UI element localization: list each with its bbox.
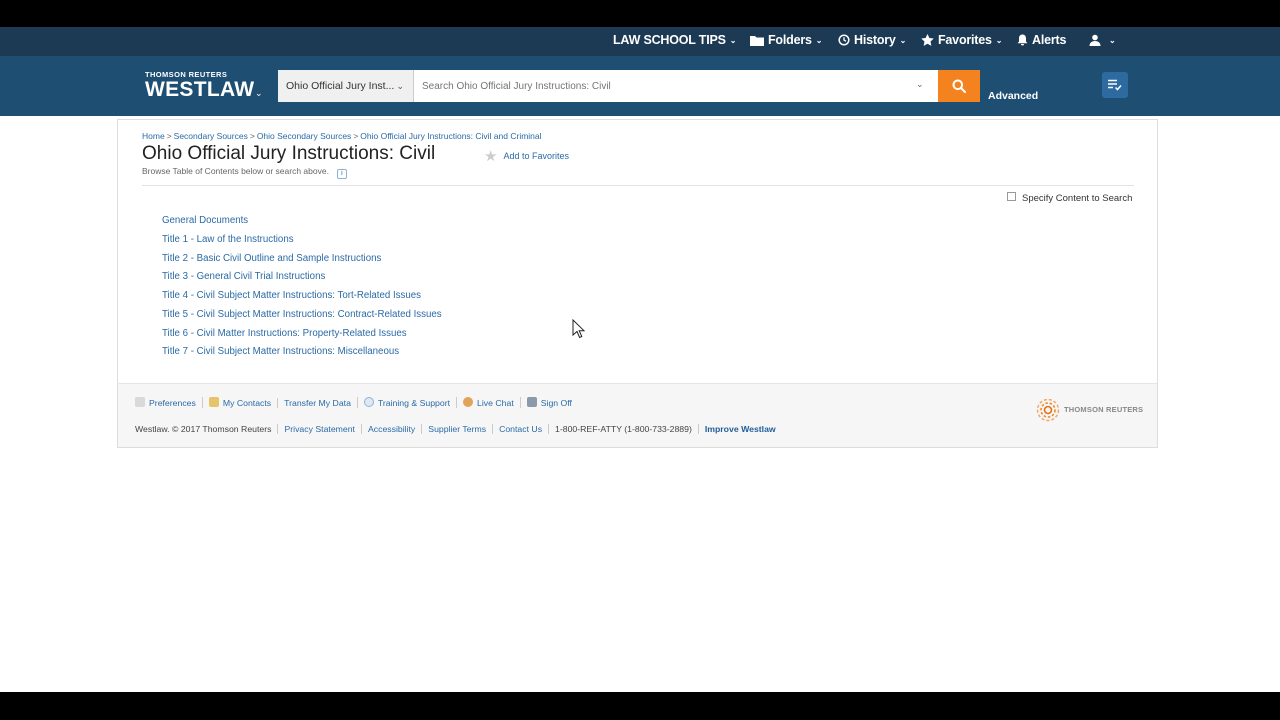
list-check-icon (1108, 79, 1122, 91)
add-to-favorites-label: Add to Favorites (503, 151, 569, 161)
brand-name: WESTLAW (145, 78, 255, 101)
star-outline-icon: ★ (484, 148, 498, 165)
thomson-reuters-logo-icon (1036, 398, 1060, 422)
browser-viewport: LAW SCHOOL TIPS ⌄ Folders ⌄ History ⌄ Favor… (0, 27, 1280, 692)
browse-instructions: Browse Table of Contents below or search… (142, 166, 347, 179)
breadcrumb: Home > Secondary Sources > Ohio Secondary So… (142, 131, 542, 141)
divider (142, 185, 1134, 186)
specify-content-label: Specify Content to Search (1022, 193, 1133, 204)
favorites-menu[interactable]: Favorites ⌄ (921, 27, 1002, 56)
chevron-down-icon: ⌄ (995, 36, 1003, 45)
toc-item[interactable]: Title 2 - Basic Civil Outline and Sample… (162, 252, 442, 271)
privacy-statement-link[interactable]: Privacy Statement (277, 424, 361, 434)
chevron-down-icon: ⌄ (1109, 36, 1116, 45)
my-contacts-link[interactable]: My Contacts (201, 397, 277, 408)
toc-item[interactable]: Title 3 - General Civil Trial Instructio… (162, 270, 442, 289)
thomson-reuters-logo: THOMSON REUTERS (1035, 398, 1143, 422)
contact-us-link[interactable]: Contact Us (492, 424, 548, 434)
footer: Preferences My Contacts Transfer My Data Tr… (117, 383, 1158, 448)
toc-item[interactable]: General Documents (162, 214, 442, 233)
advanced-search-link[interactable]: Advanced (988, 90, 1038, 102)
preferences-icon (135, 397, 145, 407)
breadcrumb-home[interactable]: Home (142, 131, 165, 141)
search-input[interactable] (414, 70, 938, 102)
search-button[interactable] (938, 70, 980, 102)
law-school-tips-label: LAW SCHOOL TIPS (613, 33, 726, 47)
add-to-favorites-button[interactable]: ★ Add to Favorites (484, 147, 569, 165)
search-history-chevron-icon[interactable]: ⌄ (916, 79, 924, 90)
history-menu[interactable]: History ⌄ (838, 27, 906, 56)
breadcrumb-separator: > (249, 131, 255, 141)
law-school-tips-menu[interactable]: LAW SCHOOL TIPS ⌄ (613, 27, 736, 56)
chevron-down-icon: ⌄ (255, 88, 263, 98)
contacts-icon (208, 397, 219, 407)
supplier-terms-link[interactable]: Supplier Terms (421, 424, 492, 434)
chevron-down-icon: ⌄ (396, 81, 404, 91)
training-support-label: Training & Support (377, 398, 451, 408)
content-panel: Home > Secondary Sources > Ohio Secondary So… (117, 119, 1158, 383)
chevron-down-icon: ⌄ (899, 36, 907, 45)
toc-item[interactable]: Title 6 - Civil Matter Instructions: Pro… (162, 327, 442, 346)
history-icon (838, 34, 850, 46)
search-scope-dropdown[interactable]: Ohio Official Jury Inst... ⌄ (278, 70, 414, 102)
breadcrumb-separator: > (353, 131, 359, 141)
preferences-link[interactable]: Preferences (135, 397, 202, 408)
sign-off-link[interactable]: Sign Off (519, 397, 578, 408)
main-header: THOMSON REUTERS WESTLAW ⌄ Ohio Official … (0, 56, 1280, 116)
star-icon (921, 34, 934, 46)
help-icon (363, 397, 374, 407)
search-icon (952, 79, 966, 93)
folders-label: Folders (768, 33, 812, 47)
history-label: History (854, 33, 896, 47)
alerts-label: Alerts (1032, 33, 1067, 47)
copyright: Westlaw. © 2017 Thomson Reuters (135, 424, 272, 434)
mouse-pointer-icon (572, 319, 586, 339)
specify-content-checkbox[interactable] (1007, 192, 1016, 201)
toc-item[interactable]: Title 7 - Civil Subject Matter Instructi… (162, 345, 442, 364)
breadcrumb-separator: > (166, 131, 172, 141)
info-icon[interactable]: i (336, 169, 347, 179)
page-title: Ohio Official Jury Instructions: Civil (142, 143, 436, 164)
preferences-label: Preferences (149, 398, 196, 408)
live-chat-label: Live Chat (477, 398, 514, 408)
training-support-link[interactable]: Training & Support (356, 397, 456, 408)
favorites-label: Favorites (938, 33, 992, 47)
chevron-down-icon: ⌄ (729, 36, 737, 45)
folder-icon (750, 36, 764, 46)
browse-instructions-text: Browse Table of Contents below or search… (142, 166, 329, 176)
thomson-reuters-logo-text: THOMSON REUTERS (1064, 404, 1144, 414)
transfer-my-data-label: Transfer My Data (284, 398, 351, 408)
user-icon (1089, 34, 1101, 46)
folders-menu[interactable]: Folders ⌄ (750, 27, 822, 56)
toc-item[interactable]: Title 5 - Civil Subject Matter Instructi… (162, 308, 442, 327)
list-check-button[interactable] (1102, 72, 1128, 98)
transfer-my-data-link[interactable]: Transfer My Data (277, 398, 357, 408)
breadcrumb-secondary-sources[interactable]: Secondary Sources (174, 131, 248, 141)
sign-off-icon (526, 397, 537, 407)
search-scope-label: Ohio Official Jury Inst... (286, 80, 395, 92)
breadcrumb-ohio-secondary-sources[interactable]: Ohio Secondary Sources (257, 131, 352, 141)
live-chat-link[interactable]: Live Chat (456, 397, 520, 408)
chevron-down-icon: ⌄ (815, 36, 823, 45)
footer-primary-links: Preferences My Contacts Transfer My Data Tr… (135, 397, 578, 408)
chat-agent-icon (463, 397, 474, 407)
alerts-menu[interactable]: Alerts (1017, 27, 1066, 56)
my-contacts-label: My Contacts (222, 398, 272, 408)
westlaw-logo[interactable]: THOMSON REUTERS WESTLAW ⌄ (145, 70, 263, 101)
specify-content-option: Specify Content to Search (1007, 192, 1132, 204)
breadcrumb-jury-instructions[interactable]: Ohio Official Jury Instructions: Civil a… (360, 131, 541, 141)
user-menu[interactable]: ⌄ (1089, 27, 1116, 56)
bell-icon (1017, 34, 1028, 46)
toc-item[interactable]: Title 4 - Civil Subject Matter Instructi… (162, 289, 442, 308)
top-utility-bar: LAW SCHOOL TIPS ⌄ Folders ⌄ History ⌄ Favor… (0, 27, 1280, 56)
accessibility-link[interactable]: Accessibility (360, 424, 421, 434)
improve-westlaw-link[interactable]: Improve Westlaw (697, 424, 782, 434)
reference-phone: 1-800-REF-ATTY (1-800-733-2889) (548, 424, 698, 434)
table-of-contents: General Documents Title 1 - Law of the I… (162, 214, 442, 364)
footer-legal-links: Westlaw. © 2017 Thomson Reuters Privacy S… (135, 424, 782, 434)
sign-off-label: Sign Off (540, 398, 572, 408)
toc-item[interactable]: Title 1 - Law of the Instructions (162, 233, 442, 252)
